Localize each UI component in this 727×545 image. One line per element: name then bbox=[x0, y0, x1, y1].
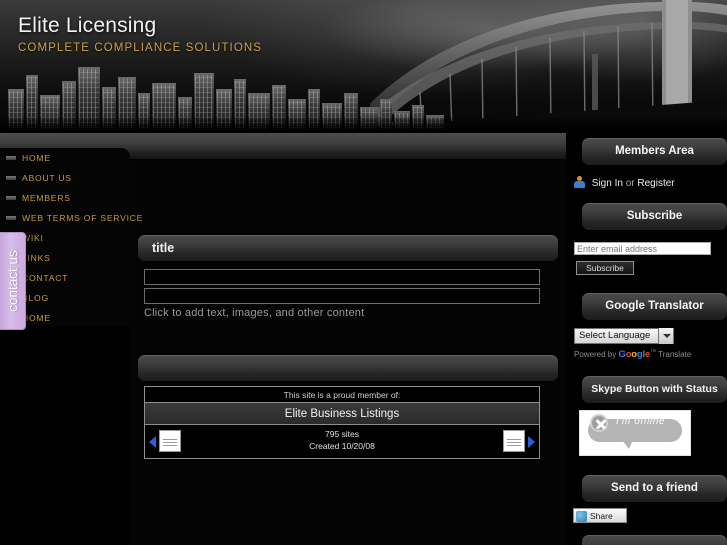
page-title: title bbox=[138, 235, 558, 261]
members-area-header: Members Area bbox=[582, 138, 727, 165]
nav-label: HOME bbox=[22, 153, 51, 163]
elite-business-listings-widget: This site is a proud member of: Elite Bu… bbox=[144, 386, 540, 459]
bullet-icon bbox=[6, 156, 16, 160]
contact-us-tab-label: contact us bbox=[5, 250, 20, 312]
language-select-value: Select Language bbox=[579, 330, 651, 341]
subscribe-button[interactable]: Subscribe bbox=[576, 261, 634, 275]
nav-label: ABOUT US bbox=[22, 173, 72, 183]
bullet-icon bbox=[6, 176, 16, 180]
share-button[interactable]: Share bbox=[573, 508, 627, 523]
next-site-thumbnail[interactable] bbox=[503, 430, 525, 452]
register-link[interactable]: Register bbox=[637, 178, 674, 189]
skype-header: Skype Button with Status bbox=[582, 376, 727, 403]
trademark-symbol: ™ bbox=[650, 349, 657, 356]
header-banner: Elite Licensing COMPLETE COMPLIANCE SOLU… bbox=[0, 0, 727, 133]
listings-nav-row: 795 sites Created 10/20/08 bbox=[145, 425, 539, 458]
google-translator-header: Google Translator bbox=[582, 293, 727, 320]
skype-status-label: I'm offline bbox=[616, 416, 666, 427]
content-field-2[interactable] bbox=[144, 288, 540, 304]
second-panel-header bbox=[138, 355, 558, 381]
nav-label: LINKS bbox=[22, 253, 51, 263]
share-icon bbox=[576, 511, 587, 522]
main-content: title Click to add text, images, and oth… bbox=[130, 159, 566, 545]
powered-suffix: Translate bbox=[658, 350, 692, 359]
language-select[interactable]: Select Language bbox=[574, 328, 674, 344]
nav-label: BLOG bbox=[22, 293, 49, 303]
contact-us-tab[interactable]: contact us bbox=[0, 232, 26, 330]
share-label: Share bbox=[590, 511, 613, 521]
second-panel-wrap bbox=[130, 355, 566, 381]
listings-name[interactable]: Elite Business Listings bbox=[145, 403, 539, 425]
city-skyline bbox=[0, 55, 727, 133]
skype-offline-icon bbox=[590, 414, 608, 432]
listings-member-text: This site is a proud member of: bbox=[145, 387, 539, 403]
listings-sites-count: 795 sites bbox=[324, 429, 360, 439]
nav-label: WEB TERMS OF SERVICE bbox=[22, 213, 144, 223]
add-content-hint[interactable]: Click to add text, images, and other con… bbox=[144, 307, 364, 319]
or-text: or bbox=[625, 178, 635, 189]
right-sidebar: Members Area Sign In or Register Subscri… bbox=[566, 133, 727, 545]
sidebar-item-about-us[interactable]: ABOUT US bbox=[0, 168, 130, 188]
nav-label: MEMBERS bbox=[22, 193, 71, 203]
send-to-friend-header: Send to a friend bbox=[582, 475, 727, 502]
email-input[interactable] bbox=[574, 242, 711, 255]
next-panel-header-partial bbox=[582, 535, 727, 545]
powered-prefix: Powered by bbox=[574, 350, 617, 359]
google-logo: Google bbox=[618, 349, 651, 360]
user-icon bbox=[574, 176, 585, 188]
subscribe-header: Subscribe bbox=[582, 203, 727, 230]
nav-label: HOME bbox=[22, 313, 51, 323]
sidebar-item-web-terms-of-service[interactable]: WEB TERMS OF SERVICE bbox=[0, 208, 142, 228]
nav-label: CONTACT bbox=[22, 273, 69, 283]
content-field-1[interactable] bbox=[144, 269, 540, 285]
listings-created-date: Created 10/20/08 bbox=[309, 441, 375, 451]
listings-stats: 795 sites Created 10/20/08 bbox=[145, 428, 539, 452]
sidebar-item-home[interactable]: HOME bbox=[0, 148, 130, 168]
sidebar-item-members[interactable]: MEMBERS bbox=[0, 188, 130, 208]
bullet-icon bbox=[6, 216, 16, 220]
sign-in-row: Sign In or Register bbox=[574, 176, 724, 192]
page-root: Elite Licensing COMPLETE COMPLIANCE SOLU… bbox=[0, 0, 727, 545]
sign-in-link[interactable]: Sign In bbox=[592, 178, 623, 189]
site-title: Elite Licensing bbox=[18, 14, 157, 37]
chevron-down-icon bbox=[658, 328, 673, 344]
skype-status-button[interactable]: I'm offline bbox=[579, 410, 691, 456]
bullet-icon bbox=[6, 196, 16, 200]
site-tagline: COMPLETE COMPLIANCE SOLUTIONS bbox=[18, 42, 263, 54]
title-panel-wrap: title bbox=[130, 235, 566, 261]
powered-by-google: Powered by Google™ Translate bbox=[574, 349, 691, 360]
next-arrow-icon[interactable] bbox=[528, 436, 535, 448]
